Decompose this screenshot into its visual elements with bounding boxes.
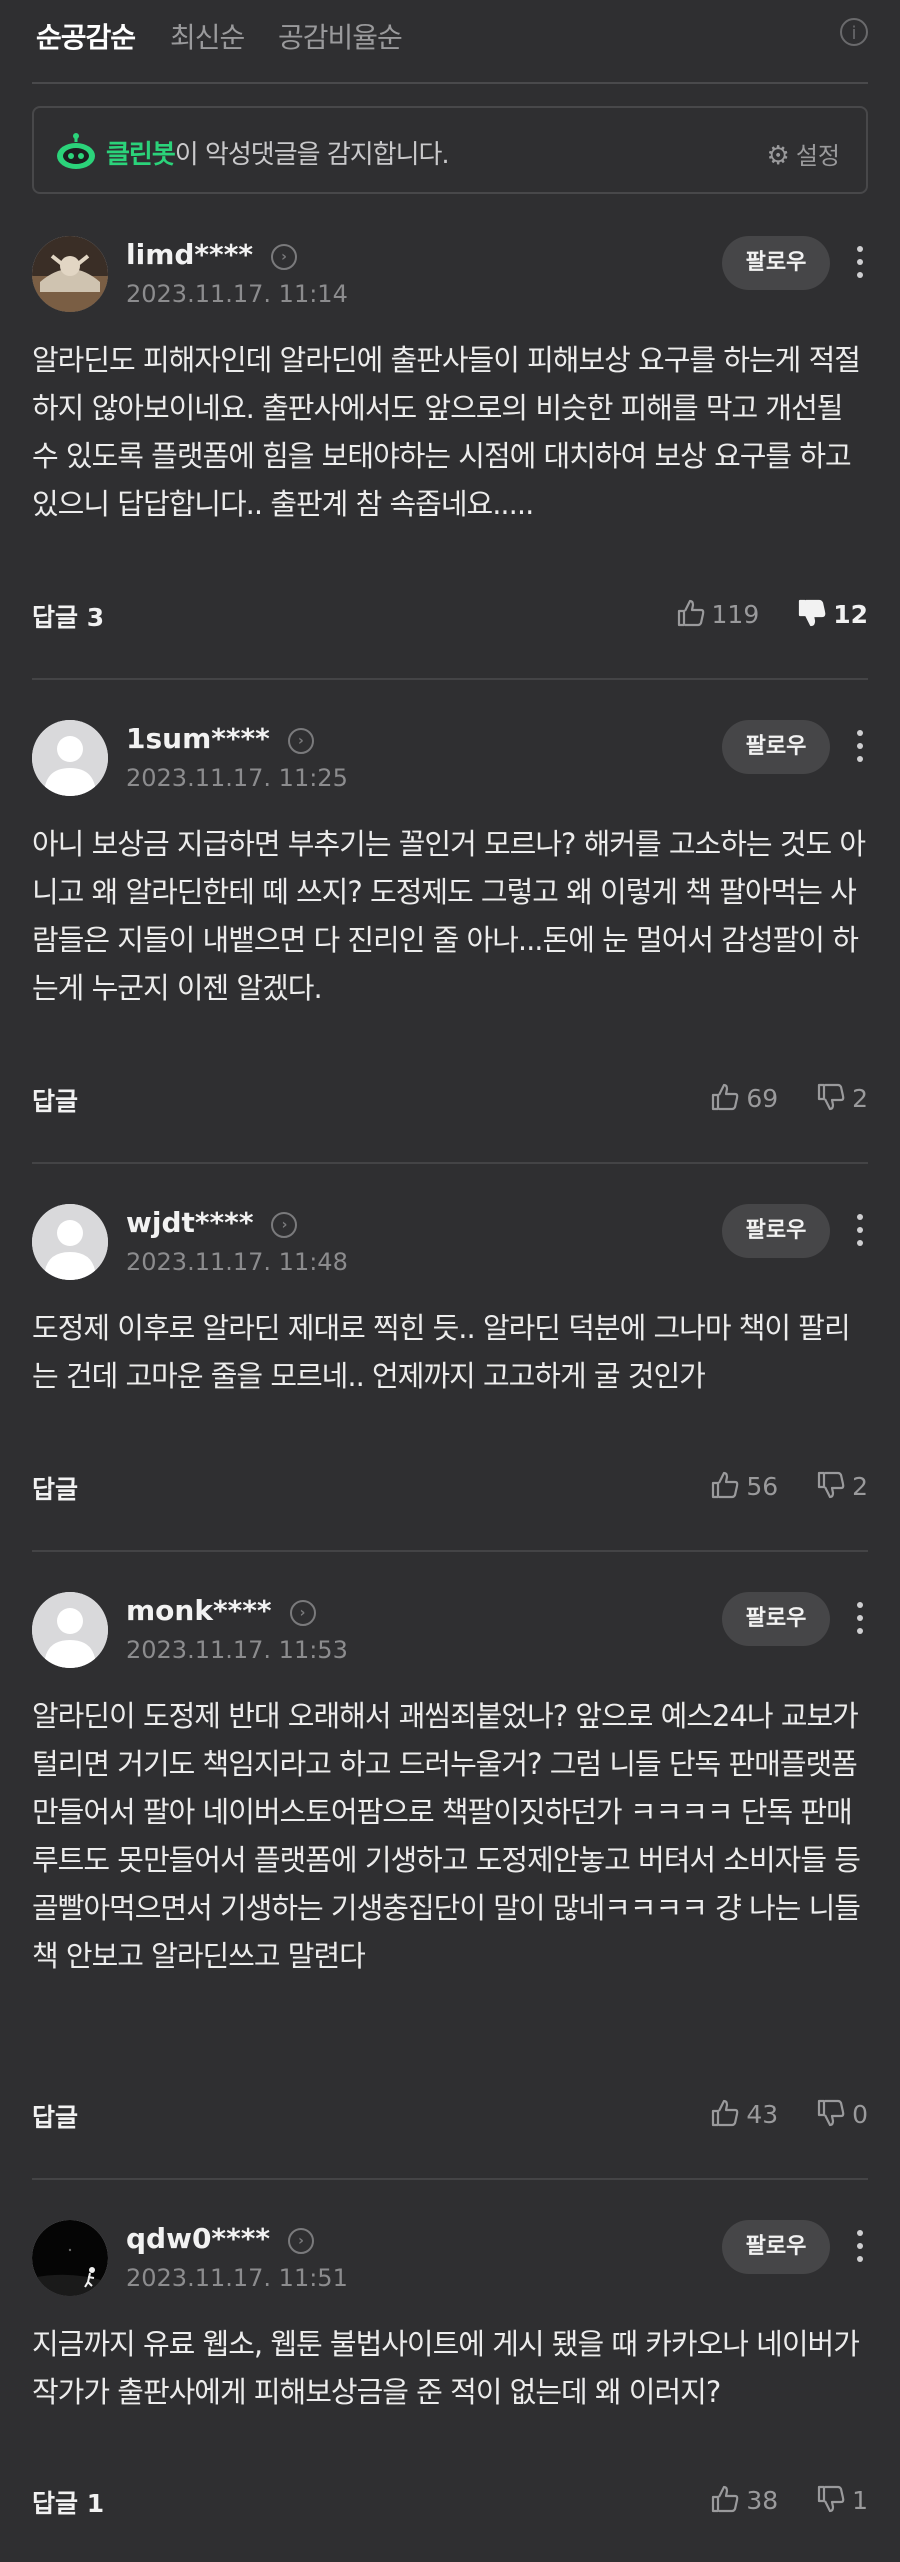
follow-button[interactable]: 팔로우 bbox=[722, 236, 830, 290]
avatar[interactable] bbox=[32, 1204, 108, 1280]
reply-button[interactable]: 답글 bbox=[32, 1082, 78, 1118]
dislike-count: 0 bbox=[852, 2100, 868, 2129]
divider bbox=[32, 1550, 868, 1552]
cleanbot-name: 클린봇 bbox=[106, 140, 176, 170]
info-icon[interactable]: i bbox=[840, 18, 868, 46]
sort-tabs: 순공감순 최신순 공감비율순 i bbox=[32, 0, 868, 84]
comment-page: 순공감순 최신순 공감비율순 i 클린봇이 악성댓글을 감지합니다. ⚙설정 bbox=[0, 0, 900, 2562]
thumbs-up-icon bbox=[677, 599, 704, 627]
reply-button[interactable]: 답글 3 bbox=[32, 598, 104, 634]
dislike-button[interactable]: 0 bbox=[816, 2098, 868, 2129]
follow-button[interactable]: 팔로우 bbox=[722, 1592, 830, 1646]
like-button[interactable]: 119 bbox=[676, 598, 760, 629]
follow-button[interactable]: 팔로우 bbox=[722, 720, 830, 774]
follow-button[interactable]: 팔로우 bbox=[722, 2220, 830, 2274]
comment-footer: 답글 43 0 bbox=[32, 2098, 868, 2138]
cleanbot-banner: 클린봇이 악성댓글을 감지합니다. ⚙ 설정 bbox=[32, 106, 868, 194]
avatar[interactable] bbox=[32, 720, 108, 796]
chevron-right-icon[interactable]: › bbox=[288, 2228, 315, 2254]
more-options-icon[interactable] bbox=[852, 2226, 868, 2270]
settings-button[interactable]: ⚙ 설정 bbox=[767, 136, 840, 171]
dislike-count: 2 bbox=[852, 1084, 868, 1113]
like-count: 119 bbox=[711, 600, 760, 629]
chevron-right-icon[interactable]: › bbox=[287, 728, 314, 754]
dislike-button[interactable]: 1 bbox=[816, 2484, 868, 2515]
thumbs-down-icon bbox=[799, 599, 826, 627]
thumbs-up-icon bbox=[712, 1471, 739, 1499]
thumbs-down-icon bbox=[817, 1083, 845, 1111]
dislike-count: 1 bbox=[852, 2486, 868, 2515]
chevron-right-icon[interactable]: › bbox=[271, 1212, 298, 1238]
avatar[interactable] bbox=[32, 2220, 108, 2296]
chevron-right-icon[interactable]: › bbox=[289, 1600, 316, 1626]
follow-button[interactable]: 팔로우 bbox=[722, 1204, 830, 1258]
like-button[interactable]: 56 bbox=[710, 1470, 778, 1501]
thumbs-up-icon bbox=[712, 1083, 739, 1111]
thumbs-up-icon bbox=[712, 2485, 739, 2513]
username[interactable]: limd**** bbox=[126, 238, 253, 271]
dislike-count: 2 bbox=[852, 1472, 868, 1501]
like-count: 56 bbox=[746, 1472, 779, 1501]
dislike-button[interactable]: 2 bbox=[816, 1082, 868, 1113]
like-button[interactable]: 69 bbox=[710, 1082, 778, 1113]
more-options-icon[interactable] bbox=[852, 726, 868, 770]
thumbs-down-icon bbox=[817, 1471, 845, 1499]
more-options-icon[interactable] bbox=[852, 1598, 868, 1642]
avatar[interactable] bbox=[32, 236, 108, 312]
username[interactable]: 1sum**** bbox=[126, 722, 270, 755]
tab-sort-latest[interactable]: 최신순 bbox=[170, 16, 245, 56]
tab-sort-ratio[interactable]: 공감비율순 bbox=[278, 16, 403, 56]
comment-date: 2023.11.17. 11:25 bbox=[126, 764, 348, 792]
gear-icon: ⚙ bbox=[766, 141, 790, 171]
comment-footer: 답글 69 2 bbox=[32, 1082, 868, 1122]
comment-date: 2023.11.17. 11:48 bbox=[126, 1248, 348, 1276]
more-options-icon[interactable] bbox=[852, 1210, 868, 1254]
thumbs-down-icon bbox=[817, 2099, 845, 2127]
like-count: 69 bbox=[746, 1084, 779, 1113]
cleanbot-icon bbox=[57, 133, 95, 169]
dislike-button[interactable]: 12 bbox=[797, 598, 868, 629]
comment-text: 지금까지 유료 웹소, 웹툰 불법사이트에 게시 됐을 때 카카오나 네이버가 … bbox=[32, 2327, 860, 2409]
divider bbox=[32, 678, 868, 680]
thumbs-down-icon bbox=[817, 2485, 845, 2513]
reply-button[interactable]: 답글 1 bbox=[32, 2484, 104, 2520]
avatar[interactable] bbox=[32, 1592, 108, 1668]
username[interactable]: monk**** bbox=[126, 1594, 272, 1627]
divider bbox=[32, 1162, 868, 1164]
comment-date: 2023.11.17. 11:14 bbox=[126, 280, 348, 308]
comment-date: 2023.11.17. 11:51 bbox=[126, 2264, 348, 2292]
comment-date: 2023.11.17. 11:53 bbox=[126, 1636, 348, 1664]
cleanbot-text: 이 악성댓글을 감지합니다. bbox=[174, 140, 450, 170]
comment-text: 아니 보상금 지급하면 부추기는 꼴인거 모르나? 해커를 고소하는 것도 아니… bbox=[32, 827, 866, 1005]
reply-button[interactable]: 답글 bbox=[32, 1470, 78, 1506]
thumbs-up-icon bbox=[712, 2099, 739, 2127]
dislike-button[interactable]: 2 bbox=[816, 1470, 868, 1501]
like-count: 38 bbox=[746, 2486, 779, 2515]
more-options-icon[interactable] bbox=[852, 242, 868, 286]
username[interactable]: wjdt**** bbox=[126, 1206, 253, 1239]
comment-footer: 답글 1 38 1 bbox=[32, 2484, 868, 2524]
username[interactable]: qdw0**** bbox=[126, 2222, 270, 2255]
comment-footer: 답글 3 119 12 bbox=[32, 598, 868, 638]
divider bbox=[32, 2178, 868, 2180]
reply-button[interactable]: 답글 bbox=[32, 2098, 78, 2134]
comment-text: 알라딘이 도정제 반대 오래해서 괘씸죄붙었나? 앞으로 예스24나 교보가 털… bbox=[32, 1699, 861, 1973]
like-button[interactable]: 38 bbox=[710, 2484, 778, 2515]
comment-footer: 답글 56 2 bbox=[32, 1470, 868, 1510]
chevron-right-icon[interactable]: › bbox=[270, 244, 297, 270]
tab-sort-likes[interactable]: 순공감순 bbox=[36, 16, 136, 56]
comment-text: 알라딘도 피해자인데 알라딘에 출판사들이 피해보상 요구를 하는게 적절하지 … bbox=[32, 343, 861, 521]
like-count: 43 bbox=[746, 2100, 779, 2129]
dislike-count: 12 bbox=[833, 600, 868, 629]
settings-label: 설정 bbox=[795, 142, 840, 170]
comment-text: 도정제 이후로 알라딘 제대로 찍힌 듯.. 알라딘 덕분에 그나마 책이 팔리… bbox=[32, 1311, 851, 1393]
like-button[interactable]: 43 bbox=[710, 2098, 778, 2129]
